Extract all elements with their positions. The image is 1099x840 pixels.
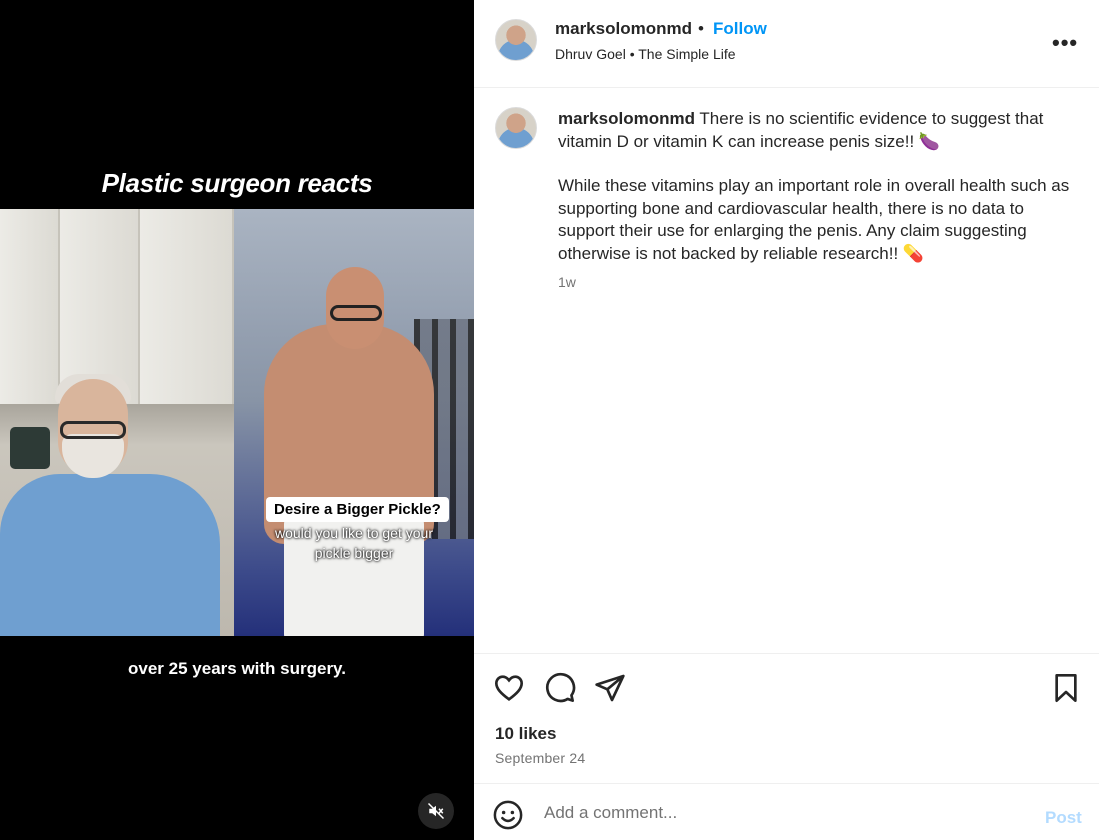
- comment-input[interactable]: [544, 798, 1004, 828]
- caption-avatar[interactable]: [495, 107, 537, 149]
- bookmark-icon[interactable]: [1050, 672, 1082, 704]
- speaker-muted-icon: [427, 802, 445, 820]
- video-title-overlay: Plastic surgeon reacts: [101, 168, 373, 198]
- audio-title[interactable]: The Simple Life: [638, 46, 735, 62]
- post-caption: marksolomonmd There is no scientific evi…: [558, 108, 1078, 287]
- more-options-icon[interactable]: •••: [1052, 30, 1078, 56]
- separator-dot: •: [698, 19, 704, 38]
- smiley-icon[interactable]: [493, 800, 523, 830]
- video-bottom-caption: over 25 years with surgery.: [128, 659, 346, 678]
- video-frame-gym: [234, 209, 474, 636]
- post-comment-button[interactable]: Post: [1045, 808, 1082, 828]
- paper-plane-icon[interactable]: [594, 672, 626, 704]
- comment-bubble-icon[interactable]: [544, 672, 576, 704]
- follow-button[interactable]: Follow: [713, 19, 767, 39]
- post-timestamp[interactable]: 1w: [558, 274, 576, 290]
- author-username[interactable]: marksolomonmd: [555, 19, 692, 39]
- reel-video[interactable]: Plastic surgeon reacts Desire a Bigger P…: [0, 0, 474, 840]
- post-actions: 10 likes September 24: [474, 653, 1099, 783]
- post-sidebar: marksolomonmd • Follow Dhruv Goel • The …: [474, 0, 1099, 840]
- author-avatar[interactable]: [495, 19, 537, 61]
- caption-username[interactable]: marksolomonmd: [558, 109, 695, 128]
- video-caption-box: Desire a Bigger Pickle?: [266, 497, 449, 522]
- heart-icon[interactable]: [493, 672, 525, 704]
- likes-count[interactable]: 10 likes: [495, 724, 556, 744]
- audio-separator: •: [629, 46, 635, 62]
- mute-button[interactable]: [418, 793, 454, 829]
- post-header: marksolomonmd • Follow Dhruv Goel • The …: [474, 0, 1099, 88]
- caption-paragraph-2: While these vitamins play an important r…: [558, 176, 1070, 263]
- audio-attribution[interactable]: Dhruv Goel • The Simple Life: [555, 46, 736, 62]
- audio-artist[interactable]: Dhruv Goel: [555, 46, 626, 62]
- video-caption-sub: would you like to get your pickle bigger: [275, 525, 433, 561]
- video-frame-surgeon: [0, 209, 234, 636]
- post-date[interactable]: September 24: [495, 750, 585, 766]
- comment-bar: Post: [474, 783, 1099, 840]
